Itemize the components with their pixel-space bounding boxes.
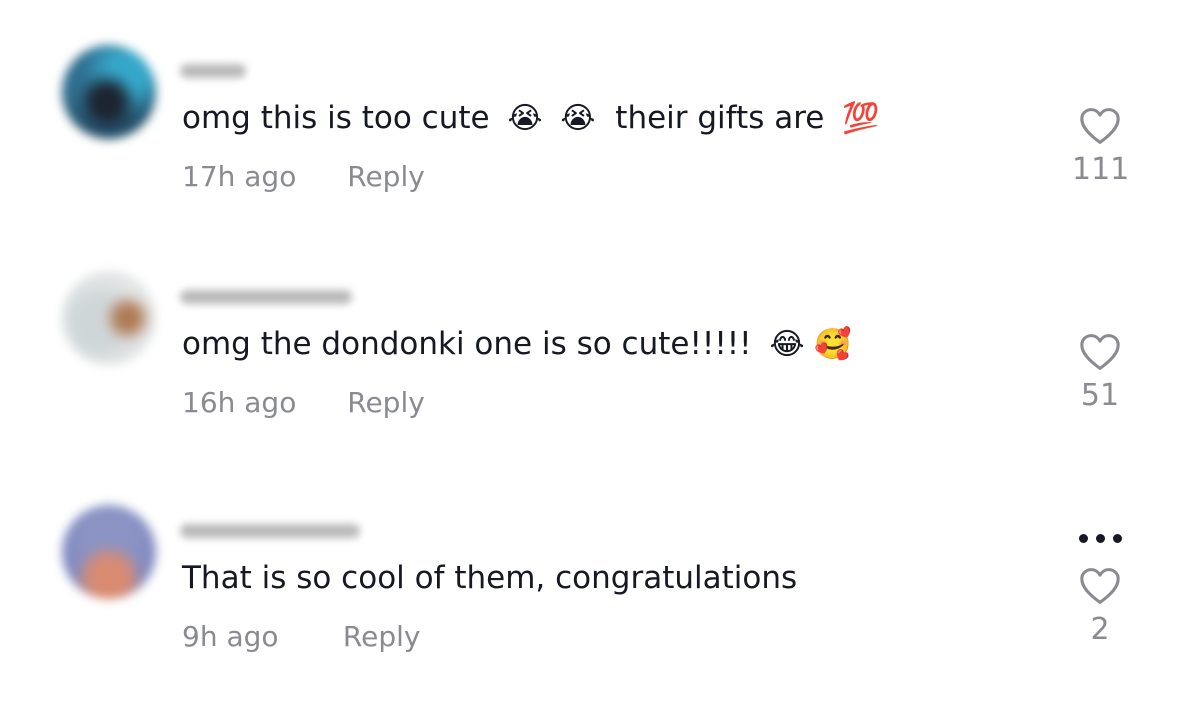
like-count: 51 [1080, 378, 1120, 413]
heart-icon[interactable] [1072, 106, 1128, 146]
comment-item: omg this is too cute 😭 😭 their gifts are… [0, 40, 1200, 240]
comment-item: omg the dondonki one is so cute!!!!! 😂 🥰… [0, 266, 1200, 466]
comment-text: omg this is too cute 😭 😭 their gifts are… [182, 98, 880, 139]
reply-button[interactable]: Reply [343, 620, 421, 653]
comment-meta: 9h ago Reply [182, 620, 420, 653]
loudly-crying-emoji: 😭 [507, 101, 543, 136]
comment-timestamp: 17h ago [182, 160, 297, 193]
like-count: 2 [1090, 612, 1110, 647]
comment-meta: 16h ago Reply [182, 386, 425, 419]
like-button[interactable]: 51 [1072, 332, 1128, 413]
reply-button[interactable]: Reply [347, 160, 425, 193]
avatar[interactable] [62, 505, 156, 599]
avatar[interactable] [62, 45, 156, 139]
like-count: 111 [1072, 152, 1130, 187]
comment-timestamp: 16h ago [182, 386, 297, 419]
username-blurred[interactable] [180, 522, 360, 544]
comment-timestamp: 9h ago [182, 620, 279, 653]
comment-text: omg the dondonki one is so cute!!!!! 😂 🥰 [182, 324, 851, 365]
comment-text: That is so cool of them, congratulations [182, 560, 798, 596]
loudly-crying-emoji: 😭 [560, 101, 596, 136]
username-blurred[interactable] [180, 288, 352, 310]
ellipsis-icon[interactable] [1070, 528, 1130, 543]
username-blurred[interactable] [180, 62, 246, 84]
hundred-points-emoji: 💯 [842, 101, 880, 136]
heart-icon[interactable] [1072, 332, 1128, 372]
heart-icon[interactable] [1072, 566, 1128, 606]
laughing-hearts-emoji: 😂 🥰 [769, 327, 852, 362]
avatar[interactable] [62, 271, 156, 365]
comment-item: That is so cool of them, congratulations… [0, 500, 1200, 700]
comment-meta: 17h ago Reply [182, 160, 425, 193]
comment-list: omg this is too cute 😭 😭 their gifts are… [0, 0, 1200, 720]
like-button[interactable]: 2 [1072, 566, 1128, 647]
like-button[interactable]: 111 [1072, 106, 1130, 187]
reply-button[interactable]: Reply [347, 386, 425, 419]
